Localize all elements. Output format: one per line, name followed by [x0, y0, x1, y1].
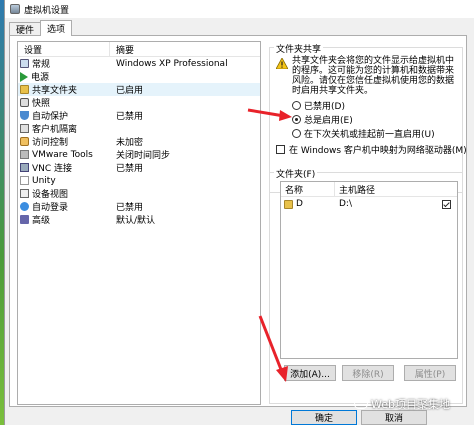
settings-list: 设置 摘要 常规 Windows XP Professional 电源 共享文件…	[17, 41, 261, 405]
vm-settings-icon	[10, 4, 20, 14]
shared-folder-icon	[20, 85, 29, 94]
folder-properties-button[interactable]: 属性(P)	[404, 365, 456, 381]
folders-list: 名称 主机路径 D D:\	[280, 181, 458, 359]
setting-summary: Windows XP Professional	[116, 58, 228, 69]
settings-row-shared-folders[interactable]: 共享文件夹 已启用	[18, 83, 260, 96]
tab-options[interactable]: 选项	[40, 20, 73, 36]
folder-enabled-checkbox[interactable]	[442, 199, 451, 209]
setting-name: 电源	[31, 73, 50, 83]
guest-isolation-icon	[20, 124, 29, 133]
setting-name: VMware Tools	[32, 149, 93, 160]
ok-button[interactable]: 确定	[291, 410, 357, 425]
map-network-drive-checkbox[interactable]: 在 Windows 客户机中映射为网络驱动器(M)	[276, 143, 467, 156]
tab-strip: 硬件 选项	[9, 20, 73, 36]
radio-until-poweroff[interactable]: 在下次关机或挂起前一直启用(U)	[292, 127, 435, 140]
settings-row-vmware-tools[interactable]: VMware Tools 关闭时间同步	[18, 148, 260, 161]
setting-summary: 已禁用	[116, 164, 144, 174]
setting-summary: 已启用	[116, 86, 144, 96]
folder-icon	[284, 199, 293, 209]
setting-name: 访问控制	[32, 138, 69, 148]
settings-row-general[interactable]: 常规 Windows XP Professional	[18, 57, 260, 70]
setting-summary: 已禁用	[116, 112, 144, 122]
appliance-view-icon	[20, 189, 29, 198]
access-control-icon	[20, 137, 29, 146]
power-icon	[20, 71, 28, 82]
shield-icon	[20, 111, 29, 120]
settings-row-autoprotect[interactable]: 自动保护 已禁用	[18, 109, 260, 122]
settings-row-access-control[interactable]: 访问控制 未加密	[18, 135, 260, 148]
column-header-host-path[interactable]: 主机路径	[335, 182, 375, 196]
checkbox-label: 在 Windows 客户机中映射为网络驱动器(M)	[289, 146, 467, 156]
advanced-icon	[20, 215, 29, 224]
radio-label: 已禁用(D)	[304, 102, 345, 112]
settings-list-header: 设置 摘要	[18, 42, 260, 57]
setting-name: 自动保护	[32, 112, 69, 122]
annotation-arrow-radio	[247, 108, 292, 121]
radio-label: 在下次关机或挂起前一直启用(U)	[304, 130, 435, 140]
column-header-setting[interactable]: 设置	[18, 42, 110, 56]
add-folder-button[interactable]: 添加(A)...	[284, 365, 336, 381]
folders-list-header: 名称 主机路径	[281, 182, 457, 197]
folder-row[interactable]: D D:\	[281, 197, 457, 211]
settings-row-unity[interactable]: Unity	[18, 174, 260, 187]
setting-name: 自动登录	[32, 203, 69, 213]
folder-sharing-warning-text: 共享文件夹会将您的文件显示给虚拟机中的程序。这可能为您的计算机和数据带来风险。请…	[292, 56, 455, 96]
setting-summary: 未加密	[116, 138, 144, 148]
display-icon	[20, 59, 29, 68]
options-panel: 设置 摘要 常规 Windows XP Professional 电源 共享文件…	[9, 35, 467, 407]
settings-row-vnc[interactable]: VNC 连接 已禁用	[18, 161, 260, 174]
autologin-icon	[20, 202, 29, 211]
settings-row-advanced[interactable]: 高级 默认/默认	[18, 213, 260, 226]
checkbox[interactable]	[276, 145, 285, 154]
setting-name: 高级	[32, 216, 51, 226]
settings-row-snapshots[interactable]: 快照	[18, 96, 260, 109]
window-title: 虚拟机设置	[24, 5, 70, 16]
setting-summary: 已禁用	[116, 203, 144, 213]
settings-row-autologin[interactable]: 自动登录 已禁用	[18, 200, 260, 213]
radio-disabled[interactable]: 已禁用(D)	[292, 99, 345, 112]
setting-summary: 关闭时间同步	[116, 151, 171, 161]
setting-name: 共享文件夹	[32, 86, 78, 96]
settings-row-appliance-view[interactable]: 设备视图	[18, 187, 260, 200]
watermark: Web项目聚集地	[354, 396, 450, 412]
watermark-text: Web项目聚集地	[371, 398, 450, 411]
snapshot-icon	[20, 98, 29, 107]
radio-button[interactable]	[292, 129, 301, 138]
setting-name: 客户机隔离	[32, 125, 78, 135]
column-header-summary[interactable]: 摘要	[110, 42, 260, 56]
cancel-button[interactable]: 取消	[361, 410, 427, 425]
annotation-arrow-add	[258, 315, 288, 382]
wechat-icon	[354, 399, 368, 409]
vnc-icon	[20, 163, 29, 172]
warning-icon	[276, 58, 288, 69]
remove-folder-button[interactable]: 移除(R)	[342, 365, 394, 381]
title-bar: 虚拟机设置	[5, 0, 474, 18]
radio-label: 总是启用(E)	[304, 116, 353, 126]
setting-name: 常规	[32, 60, 51, 70]
tab-hardware[interactable]: 硬件	[9, 22, 42, 36]
folders-title: 文件夹(F)	[274, 167, 318, 180]
radio-always-enabled[interactable]: 总是启用(E)	[292, 113, 353, 126]
folder-host-path: D:\	[339, 199, 352, 209]
settings-window: 虚拟机设置 硬件 选项 设置 摘要 常规 Windows XP Professi…	[4, 0, 474, 425]
unity-icon	[20, 176, 29, 185]
setting-name: 设备视图	[32, 190, 69, 200]
settings-row-power[interactable]: 电源	[18, 70, 260, 83]
setting-name: Unity	[32, 175, 56, 186]
setting-name: 快照	[32, 99, 51, 109]
column-header-name[interactable]: 名称	[281, 182, 335, 196]
settings-row-guest-isolation[interactable]: 客户机隔离	[18, 122, 260, 135]
folder-name: D	[296, 199, 303, 209]
setting-summary: 默认/默认	[116, 216, 156, 226]
folders-group: 文件夹(F) 名称 主机路径 D D:\ 添加(A)... 移除(R) 属性(P…	[269, 167, 463, 404]
setting-name: VNC 连接	[32, 164, 73, 174]
folder-sharing-title: 文件夹共享	[274, 42, 324, 55]
vmware-tools-icon	[20, 150, 29, 159]
